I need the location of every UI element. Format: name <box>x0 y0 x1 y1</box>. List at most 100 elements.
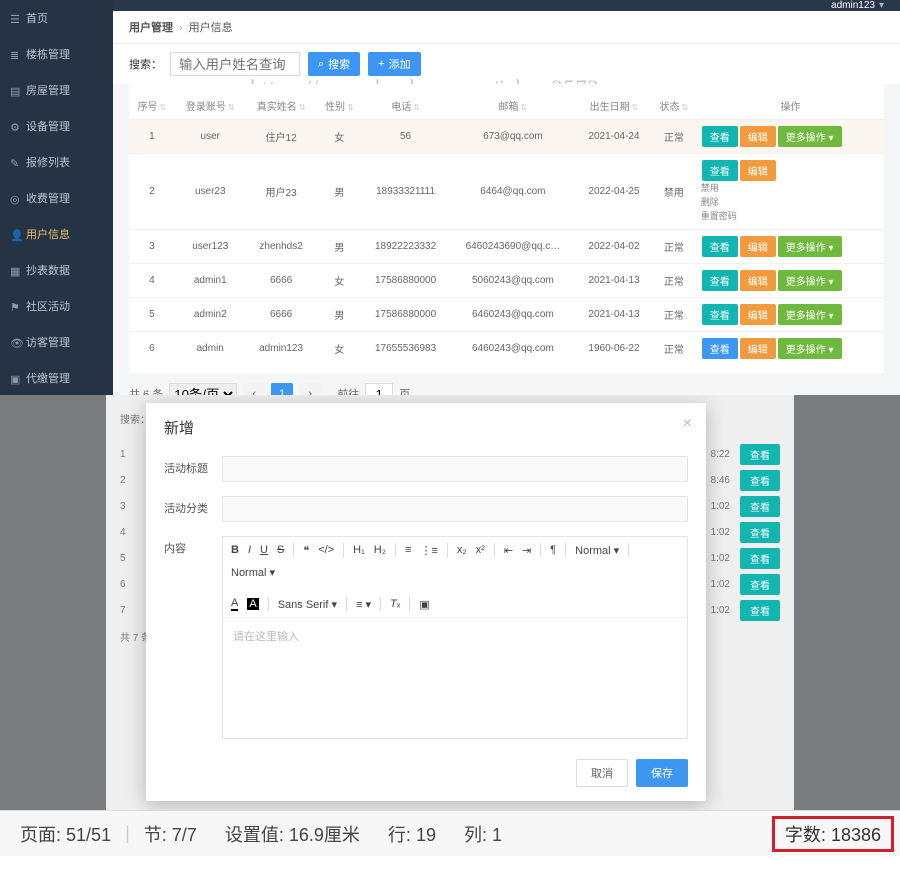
flag-icon: ⚑ <box>10 301 20 311</box>
bg-view-button[interactable]: 查看 <box>740 496 780 517</box>
col-tel[interactable]: 电话⇅ <box>362 92 448 120</box>
header-select[interactable]: Normal ▾ <box>231 566 275 579</box>
label-cat: 活动分类 <box>164 496 222 516</box>
add-button[interactable]: +添加 <box>368 52 420 76</box>
more-item[interactable]: 重置密码 <box>701 209 880 223</box>
field-title: 活动标题 <box>164 456 688 482</box>
bg-view-button[interactable]: 查看 <box>740 600 780 621</box>
quote-icon[interactable]: ❝ <box>303 544 309 557</box>
bg-view-button[interactable]: 查看 <box>740 522 780 543</box>
col-sex[interactable]: 性别⇅ <box>317 92 363 120</box>
col-dob[interactable]: 出生日期⇅ <box>577 92 651 120</box>
topbar: admin123▾ <box>113 0 900 11</box>
sidebar-item-label: 房屋管理 <box>26 82 70 98</box>
sidebar-item-meter[interactable]: ▦抄表数据 <box>0 252 113 288</box>
sidebar-item-pay[interactable]: ▣代缴管理 <box>0 360 113 396</box>
view-button[interactable]: 查看 <box>702 270 738 291</box>
col-st[interactable]: 状态⇅ <box>651 92 697 120</box>
more-button[interactable]: 更多操作 ▾ <box>778 270 842 291</box>
view-button[interactable]: 查看 <box>702 304 738 325</box>
crumb-root[interactable]: 用户管理 <box>129 22 173 34</box>
indent-in-icon[interactable]: ⇥ <box>522 544 531 557</box>
rich-editor: B I U S ❝ </> H₁ H₂ ≡ ⋮≡ <box>222 536 688 739</box>
font-select[interactable]: Sans Serif ▾ <box>278 598 337 611</box>
h1-icon[interactable]: H₁ <box>353 544 365 556</box>
sidebar-item-label: 社区活动 <box>26 298 70 314</box>
list-ol-icon[interactable]: ≡ <box>405 544 411 556</box>
more-button[interactable]: 更多操作 ▾ <box>778 126 842 147</box>
more-button[interactable]: 更多操作 ▾ <box>778 338 842 359</box>
current-user[interactable]: admin123 <box>831 0 875 11</box>
more-button[interactable]: 更多操作 ▾ <box>778 304 842 325</box>
sidebar-item-fee[interactable]: ◎收费管理 <box>0 180 113 216</box>
col-mail[interactable]: 邮箱⇅ <box>449 92 577 120</box>
sidebar-item-community[interactable]: ⚑ 社区活动 <box>0 288 113 324</box>
code-icon[interactable]: </> <box>318 544 334 556</box>
sub-icon[interactable]: x₂ <box>457 544 467 556</box>
image-icon[interactable]: ▣ <box>419 598 429 611</box>
sidebar-item-user[interactable]: 👤用户信息 <box>0 216 113 252</box>
bold-icon[interactable]: B <box>231 544 239 556</box>
bg-view-button[interactable]: 查看 <box>740 574 780 595</box>
view-button[interactable]: 查看 <box>702 338 738 359</box>
size-select[interactable]: Normal ▾ <box>575 544 619 557</box>
col-name[interactable]: 真实姓名⇅ <box>246 92 317 120</box>
edit-button[interactable]: 编辑 <box>740 126 776 147</box>
table-row: 1user住户12女56673@qq.com2021-04-24正常查看编辑更多… <box>129 120 884 154</box>
view-button[interactable]: 查看 <box>702 126 738 147</box>
table-row: 4admin16666女175868800005060243@qq.com202… <box>129 264 884 298</box>
search-input[interactable] <box>170 52 300 76</box>
add-modal: × 新增 活动标题 活动分类 内容 B I U S ❝ <box>146 403 706 801</box>
list-ul-icon[interactable]: ⋮≡ <box>420 544 437 557</box>
indent-out-icon[interactable]: ⇤ <box>504 544 513 557</box>
edit-button[interactable]: 编辑 <box>740 160 776 181</box>
search-row: 搜索： ⌕搜索 +添加 <box>113 44 900 84</box>
col-acc[interactable]: 登录账号⇅ <box>175 92 246 120</box>
save-button[interactable]: 保存 <box>636 759 688 787</box>
modal-title: 新增 <box>164 417 688 438</box>
cancel-button[interactable]: 取消 <box>576 759 628 787</box>
bg-view-button[interactable]: 查看 <box>740 444 780 465</box>
sort-icon: ⇅ <box>228 103 235 112</box>
input-title[interactable] <box>222 456 688 482</box>
edit-button[interactable]: 编辑 <box>740 236 776 257</box>
view-button[interactable]: 查看 <box>702 236 738 257</box>
sidebar-item-device[interactable]: ⚙设备管理 <box>0 108 113 144</box>
edit-button[interactable]: 编辑 <box>740 338 776 359</box>
underline-icon[interactable]: U <box>260 544 268 556</box>
sidebar-item-home[interactable]: ☰首页 <box>0 0 113 36</box>
align-icon[interactable]: ≡ ▾ <box>356 598 371 611</box>
modal-footer: 取消 保存 <box>164 759 688 787</box>
italic-icon[interactable]: I <box>248 544 251 556</box>
col-n[interactable]: 序号⇅ <box>129 92 175 120</box>
search-button[interactable]: ⌕搜索 <box>308 52 360 76</box>
editor-body[interactable]: 请在这里输入 <box>223 618 687 738</box>
bg-view-button[interactable]: 查看 <box>740 548 780 569</box>
field-cat: 活动分类 <box>164 496 688 522</box>
btn-label: 添加 <box>389 56 411 72</box>
bgcolor-icon[interactable]: A <box>247 598 258 610</box>
input-cat[interactable] <box>222 496 688 522</box>
sort-icon: ⇅ <box>160 103 167 112</box>
edit-button[interactable]: 编辑 <box>740 270 776 291</box>
sidebar-item-repair[interactable]: ✎报修列表 <box>0 144 113 180</box>
h2-icon[interactable]: H₂ <box>374 544 386 556</box>
more-item[interactable]: 禁用 <box>701 181 880 195</box>
more-item[interactable]: 删除 <box>701 195 880 209</box>
sidebar-item-house[interactable]: ▤房屋管理 <box>0 72 113 108</box>
close-icon[interactable]: × <box>683 415 692 433</box>
direction-icon[interactable]: ¶ <box>550 544 556 556</box>
color-icon[interactable]: A <box>231 597 238 611</box>
strike-icon[interactable]: S <box>277 544 284 556</box>
sidebar-item-building[interactable]: ≣楼栋管理 <box>0 36 113 72</box>
view-button[interactable]: 查看 <box>702 160 738 181</box>
clear-icon[interactable]: Tₓ <box>390 598 400 610</box>
more-button[interactable]: 更多操作 ▾ <box>778 236 842 257</box>
bg-view-button[interactable]: 查看 <box>740 470 780 491</box>
btn-label: 搜索 <box>328 56 350 72</box>
breadcrumb: 用户管理›用户信息 <box>113 11 900 44</box>
edit-button[interactable]: 编辑 <box>740 304 776 325</box>
col-act: 操作 <box>697 92 884 120</box>
sup-icon[interactable]: x² <box>476 544 485 556</box>
sidebar-item-visitor[interactable]: 👁访客管理 <box>0 324 113 360</box>
